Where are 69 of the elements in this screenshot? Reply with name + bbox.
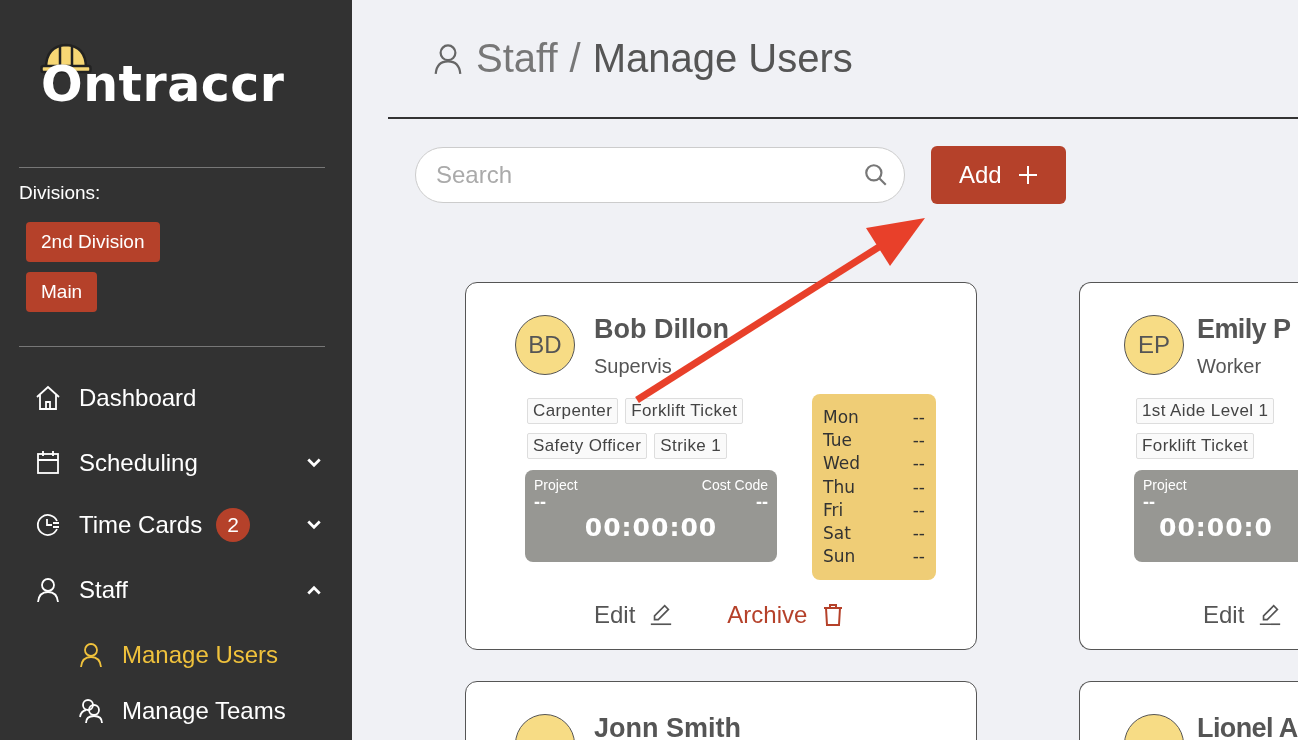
certification-tag: Strike 1 <box>654 432 728 459</box>
cost-code-value: -- <box>756 492 768 511</box>
breadcrumb-item: Manage Users <box>592 36 853 81</box>
nav-item[interactable]: Scheduling <box>0 446 352 480</box>
chevron-up-icon <box>306 584 322 596</box>
user-name: Bob Dillon <box>594 315 729 345</box>
breadcrumb-item[interactable]: Staff <box>476 36 558 81</box>
nav-item[interactable]: Staff <box>0 573 352 607</box>
certification-tag: Forklift Ticket <box>625 397 744 424</box>
calendar-icon <box>35 450 61 476</box>
day-label: Fri <box>823 498 844 522</box>
day-value: -- <box>912 405 925 429</box>
avatar: BD <box>515 315 575 375</box>
people-icon <box>78 698 104 724</box>
day-value: -- <box>912 429 925 452</box>
day-label: Mon <box>823 405 859 429</box>
timer-display: 00:00:0 <box>1159 512 1273 542</box>
certification-tag: Forklift Ticket <box>1136 432 1255 459</box>
day-value: -- <box>912 498 925 522</box>
day-label: Wed <box>823 452 861 476</box>
person-icon <box>35 577 61 603</box>
division-tag[interactable]: Main <box>26 272 98 312</box>
project-label: Project <box>534 476 578 493</box>
user-name: Jonn Smith <box>594 714 741 740</box>
day-value: -- <box>912 475 925 499</box>
divisions-label: Divisions: <box>19 182 102 204</box>
day-label: Thu <box>823 475 855 499</box>
day-value: -- <box>912 522 925 546</box>
project-value: -- <box>534 492 546 511</box>
user-name: Emily P <box>1197 315 1291 345</box>
logo-text: Ontraccr <box>41 60 285 109</box>
certification-tag: Carpenter <box>527 397 619 424</box>
clock-icon <box>35 512 61 538</box>
cost-code-label: Cost Code <box>701 476 768 493</box>
nav-subitem[interactable]: Manage Users <box>0 638 352 672</box>
day-label: Sun <box>823 545 856 569</box>
project-label: Project <box>1143 476 1187 493</box>
search-icon <box>863 162 889 188</box>
nav-subitem[interactable]: Manage Teams <box>0 694 352 728</box>
search-field[interactable]: Search <box>415 147 905 203</box>
day-value: -- <box>912 452 925 476</box>
count-badge: 2 <box>216 508 251 542</box>
timer-display: 00:00:00 <box>584 512 718 542</box>
chevron-down-icon <box>306 519 322 531</box>
nav-item[interactable]: Dashboard <box>0 381 352 415</box>
home-icon <box>35 385 61 411</box>
chevron-down-icon <box>306 457 322 469</box>
user-role: Worker <box>1197 354 1263 378</box>
project-value: -- <box>1143 492 1155 511</box>
day-label: Sat <box>823 522 851 546</box>
certification-tag: Safety Officer <box>527 432 648 459</box>
nav-item[interactable]: Time Cards 2 <box>0 508 352 542</box>
day-value: -- <box>912 545 925 569</box>
user-name: Lionel A <box>1197 714 1298 740</box>
plus-icon <box>1017 165 1038 185</box>
add-button[interactable]: Add <box>931 146 1066 204</box>
certification-tag: 1st Aide Level 1 <box>1136 397 1275 424</box>
breadcrumb-separator: / <box>569 36 581 81</box>
person-icon <box>78 642 104 668</box>
crumb-icon <box>432 42 464 75</box>
pencil-icon <box>1258 603 1283 627</box>
edit-button[interactable]: Edit <box>594 601 674 629</box>
archive-button[interactable]: Archive <box>727 601 846 629</box>
pencil-icon <box>649 603 674 627</box>
edit-button[interactable]: Edit <box>1203 601 1283 629</box>
user-role: Supervis <box>594 354 673 378</box>
division-tag[interactable]: 2nd Division <box>26 222 160 262</box>
day-label: Tue <box>823 429 853 452</box>
avatar: EP <box>1124 315 1184 375</box>
